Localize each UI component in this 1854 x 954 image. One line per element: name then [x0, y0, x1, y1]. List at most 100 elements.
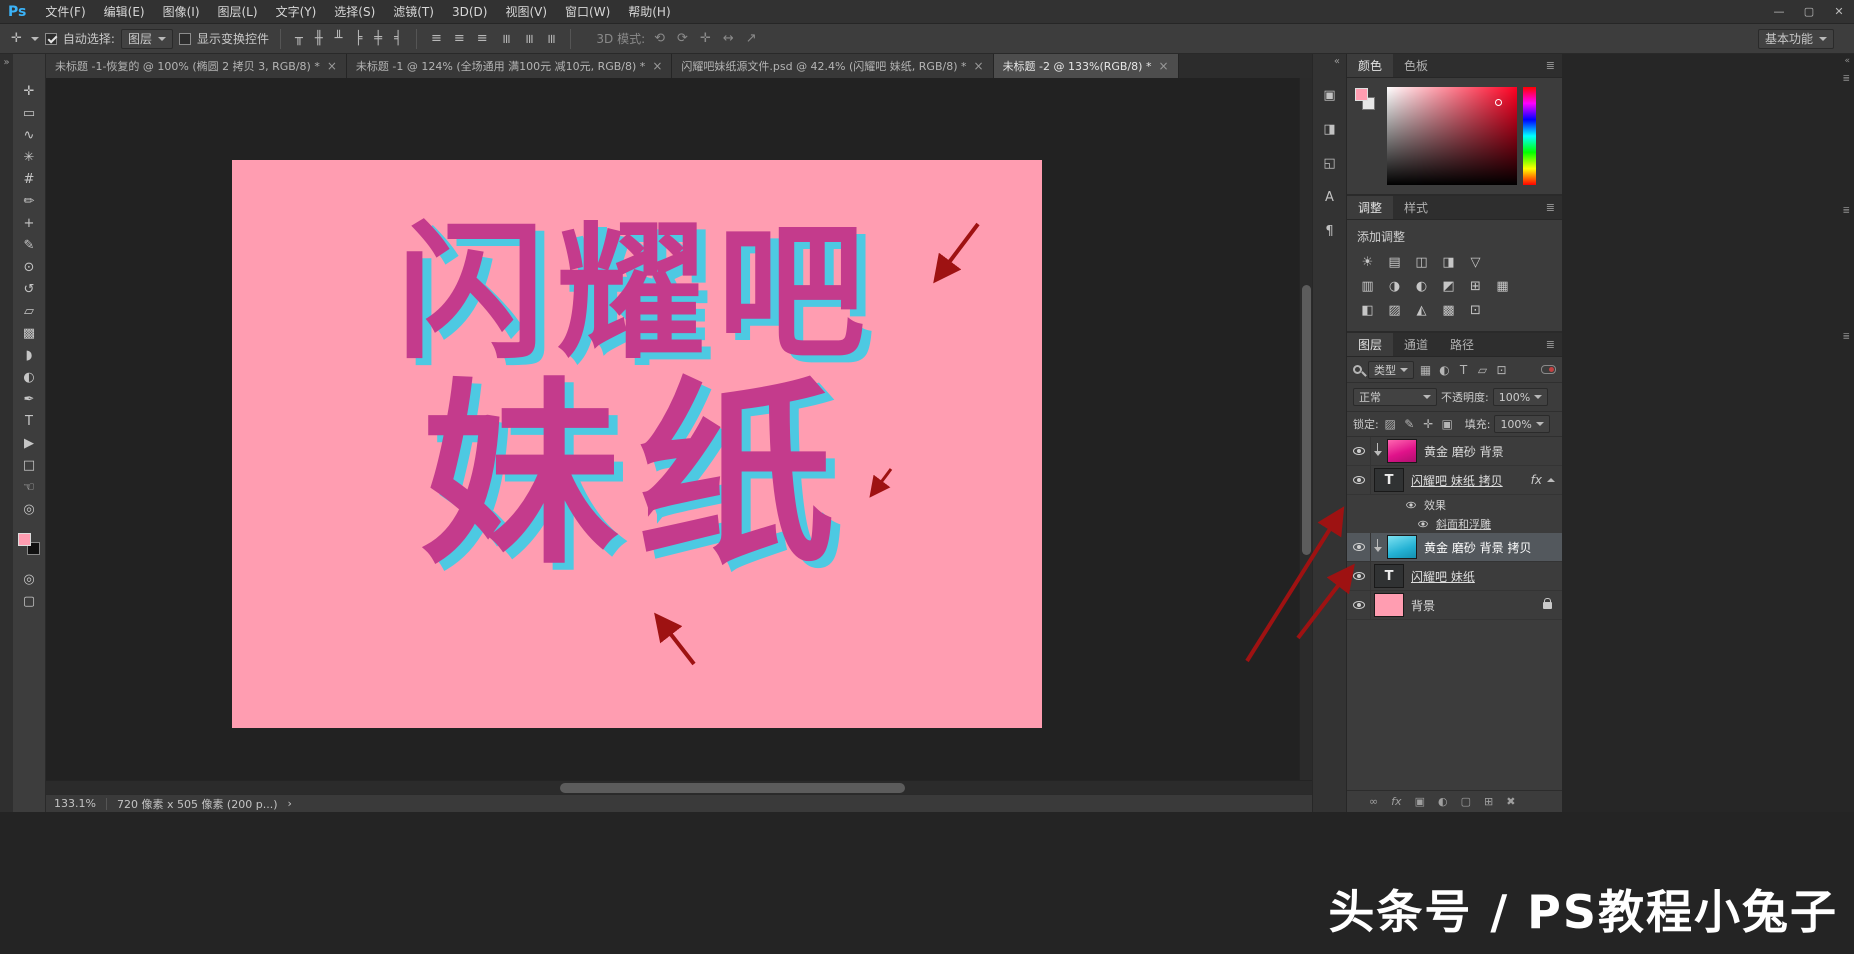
lasso-tool[interactable]: ∿: [16, 124, 42, 146]
filter-shape-layers-icon[interactable]: ▱: [1475, 363, 1490, 377]
tab-channels[interactable]: 通道: [1393, 333, 1439, 356]
distribute-top-edges-icon[interactable]: ≡: [428, 28, 445, 50]
filter-smart-objects-icon[interactable]: ⊡: [1494, 363, 1509, 377]
menu-select[interactable]: 选择(S): [325, 0, 384, 24]
distribute-horizontal-centers-icon[interactable]: ≡: [517, 30, 539, 47]
visibility-cell[interactable]: [1347, 562, 1371, 590]
maximize-button[interactable]: ▢: [1794, 0, 1824, 24]
add-layer-mask-icon[interactable]: ▣: [1415, 795, 1425, 808]
3d-slide-icon[interactable]: ↔: [720, 28, 737, 50]
brightness-contrast-icon[interactable]: ☀: [1357, 253, 1378, 272]
vertical-scrollbar-thumb[interactable]: [1302, 285, 1311, 555]
document-tab-3[interactable]: 闪耀吧妹纸源文件.psd @ 42.4% (闪耀吧 妹纸, RGB/8) * ×: [672, 54, 993, 78]
move-tool[interactable]: ✛: [16, 80, 42, 102]
new-group-icon[interactable]: ▢: [1461, 795, 1471, 808]
fill-dropdown[interactable]: 100%: [1494, 415, 1549, 433]
document-tab-4-active[interactable]: 未标题 -2 @ 133%(RGB/8) * ×: [994, 54, 1179, 78]
tab-color[interactable]: 颜色: [1347, 54, 1393, 77]
invert-icon[interactable]: ◧: [1357, 301, 1378, 320]
lock-all-icon[interactable]: ▣: [1440, 417, 1455, 431]
shape-tool[interactable]: □: [16, 454, 42, 476]
blur-tool[interactable]: ◗: [16, 344, 42, 366]
auto-select-dropdown[interactable]: 图层: [121, 29, 173, 49]
text-layer-thumbnail[interactable]: T: [1374, 468, 1404, 492]
eye-icon[interactable]: [1418, 520, 1428, 526]
menu-file[interactable]: 文件(F): [36, 0, 94, 24]
posterize-icon[interactable]: ▨: [1384, 301, 1405, 320]
visibility-cell[interactable]: [1347, 533, 1371, 561]
distribute-vertical-centers-icon[interactable]: ≡: [451, 28, 468, 50]
menu-view[interactable]: 视图(V): [496, 0, 556, 24]
menu-image[interactable]: 图像(I): [154, 0, 209, 24]
color-swatches[interactable]: [17, 532, 41, 556]
layer-style-icon[interactable]: fx: [1391, 795, 1401, 808]
color-picker-marker[interactable]: [1495, 99, 1502, 106]
path-selection-tool[interactable]: ▶: [16, 432, 42, 454]
tab-close-icon[interactable]: ×: [1158, 59, 1168, 73]
auto-select-checkbox[interactable]: [45, 33, 57, 45]
horizontal-scrollbar[interactable]: [46, 780, 1312, 794]
tab-close-icon[interactable]: ×: [327, 59, 337, 73]
lock-image-pixels-icon[interactable]: ✎: [1402, 417, 1417, 431]
distribute-bottom-edges-icon[interactable]: ≡: [474, 28, 491, 50]
filter-type-dropdown[interactable]: 类型: [1368, 361, 1414, 379]
distribute-right-edges-icon[interactable]: ≡: [540, 30, 562, 47]
align-top-edges-icon[interactable]: ╥: [292, 28, 306, 50]
eraser-tool[interactable]: ▱: [16, 300, 42, 322]
screen-mode-icon[interactable]: ▢: [16, 590, 42, 612]
3d-scale-icon[interactable]: ↗: [743, 28, 760, 50]
info-panel-icon[interactable]: ◱: [1317, 150, 1343, 176]
tab-styles[interactable]: 样式: [1393, 196, 1439, 219]
photo-filter-icon[interactable]: ◩: [1438, 277, 1459, 296]
document-canvas[interactable]: 闪耀吧 妹纸: [232, 160, 1042, 728]
quick-mask-mode-icon[interactable]: ◎: [16, 568, 42, 590]
layer-row[interactable]: 背景: [1347, 591, 1562, 620]
tab-close-icon[interactable]: ×: [974, 59, 984, 73]
color-balance-icon[interactable]: ◑: [1384, 277, 1405, 296]
effect-item-row[interactable]: 斜面和浮雕: [1347, 514, 1562, 533]
new-layer-icon[interactable]: ⊞: [1484, 795, 1493, 808]
align-bottom-edges-icon[interactable]: ╨: [332, 28, 346, 50]
layer-thumbnail[interactable]: [1387, 535, 1417, 559]
panel-menu-icon[interactable]: ≣: [1842, 206, 1850, 216]
color-lookup-icon[interactable]: ▦: [1492, 277, 1513, 296]
dock-expand-icon[interactable]: «: [1334, 54, 1346, 74]
layer-fx-badge[interactable]: fx: [1531, 473, 1555, 487]
layer-row-selected[interactable]: 黄金 磨砂 背景 拷贝: [1347, 533, 1562, 562]
lock-transparent-pixels-icon[interactable]: ▨: [1383, 417, 1398, 431]
align-horizontal-centers-icon[interactable]: ╪: [371, 28, 385, 50]
healing-brush-tool[interactable]: +: [16, 212, 42, 234]
hue-slider[interactable]: [1523, 87, 1536, 185]
document-tab-1[interactable]: 未标题 -1-恢复的 @ 100% (椭圆 2 拷贝 3, RGB/8) * ×: [46, 54, 347, 78]
visibility-cell[interactable]: [1347, 591, 1371, 619]
link-layers-icon[interactable]: ∞: [1369, 795, 1378, 808]
channel-mixer-icon[interactable]: ⊞: [1465, 277, 1486, 296]
paragraph-panel-icon[interactable]: ¶: [1317, 218, 1343, 244]
properties-panel-icon[interactable]: ◨: [1317, 116, 1343, 142]
layer-filter-toggle[interactable]: [1541, 365, 1556, 374]
status-chevron-icon[interactable]: ›: [287, 797, 291, 810]
eyedropper-tool[interactable]: ✏: [16, 190, 42, 212]
history-panel-icon[interactable]: ▣: [1317, 82, 1343, 108]
dock-collapse-icon[interactable]: «: [1844, 56, 1850, 66]
type-tool[interactable]: T: [16, 410, 42, 432]
align-left-edges-icon[interactable]: ╞: [351, 28, 365, 50]
3d-rotate-icon[interactable]: ⟲: [651, 28, 668, 50]
move-tool-icon[interactable]: ✛: [8, 28, 25, 50]
3d-drag-icon[interactable]: ✛: [697, 28, 714, 50]
hand-tool[interactable]: ☜: [16, 476, 42, 498]
clone-stamp-tool[interactable]: ⊙: [16, 256, 42, 278]
menu-filter[interactable]: 滤镜(T): [384, 0, 443, 24]
tab-adjustments[interactable]: 调整: [1347, 196, 1393, 219]
dodge-tool[interactable]: ◐: [16, 366, 42, 388]
zoom-tool[interactable]: ◎: [16, 498, 42, 520]
hue-saturation-icon[interactable]: ▥: [1357, 277, 1378, 296]
gradient-tool[interactable]: ▩: [16, 322, 42, 344]
document-tab-2[interactable]: 未标题 -1 @ 124% (全场通用 满100元 减10元, RGB/8) *…: [347, 54, 672, 78]
close-button[interactable]: ✕: [1824, 0, 1854, 24]
zoom-level-field[interactable]: 133.1%: [54, 797, 96, 810]
curves-icon[interactable]: ◫: [1411, 253, 1432, 272]
minimize-button[interactable]: —: [1764, 0, 1794, 24]
visibility-cell[interactable]: [1347, 437, 1371, 465]
toolbar-collapse-icon[interactable]: »: [3, 57, 9, 68]
